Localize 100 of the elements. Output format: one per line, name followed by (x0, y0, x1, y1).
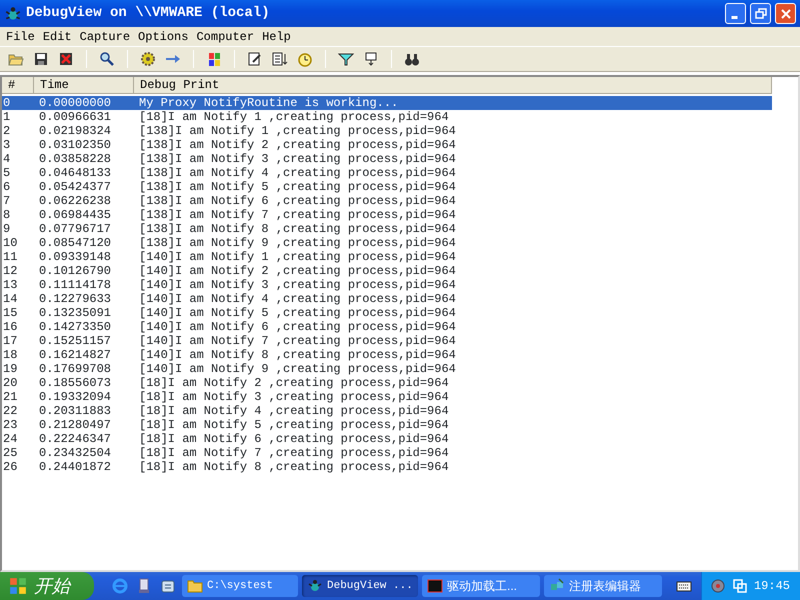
debug-message: [140]I am Notify 1 ,creating process,pid=964 (138, 250, 457, 264)
start-button[interactable]: 开始 (0, 572, 94, 600)
log-row[interactable]: 17 0.15251157 [140]I am Notify 7 ,creating process,pid=964 (2, 334, 772, 348)
row-number: 24 (2, 432, 18, 446)
time-cell-text: 0.02198324 (38, 124, 112, 138)
minimize-icon (730, 16, 738, 19)
time-cell-text: 0.05424377 (38, 180, 112, 194)
time-cell-text: 0.04648133 (38, 166, 112, 180)
debug-message: [140]I am Notify 6 ,creating process,pid=964 (138, 320, 457, 334)
funnel-icon (338, 51, 354, 67)
time-cell-text: 0.16214827 (38, 348, 112, 362)
log-row[interactable]: 25 0.23432504 [18]I am Notify 7 ,creating process,pid=964 (2, 446, 772, 460)
bug-icon (4, 4, 22, 22)
row-number: 5 (2, 166, 12, 180)
debug-message: [140]I am Notify 9 ,creating process,pid=964 (138, 362, 457, 376)
debug-message: [138]I am Notify 6 ,creating process,pid=964 (138, 194, 457, 208)
time-cell-text: 0.06226238 (38, 194, 112, 208)
debug-message: [140]I am Notify 3 ,creating process,pid=964 (138, 278, 457, 292)
log-row[interactable]: 14 0.12279633 [140]I am Notify 4 ,creating process,pid=964 (2, 292, 772, 306)
log-row[interactable]: 20 0.18556073 [18]I am Notify 2 ,creating process,pid=964 (2, 376, 772, 390)
time-cell-text: 0.06984435 (38, 208, 112, 222)
row-number: 16 (2, 320, 18, 334)
log-row[interactable]: 3 0.03102350 [138]I am Notify 2 ,creating process,pid=964 (2, 138, 772, 152)
debug-message: [138]I am Notify 9 ,creating process,pid=964 (138, 236, 457, 250)
log-row[interactable]: 4 0.03858228 [138]I am Notify 3 ,creating process,pid=964 (2, 152, 772, 166)
log-row[interactable]: 16 0.14273350 [140]I am Notify 6 ,creating process,pid=964 (2, 320, 772, 334)
binoculars-icon (404, 51, 420, 67)
log-row[interactable]: 15 0.13235091 [140]I am Notify 5 ,creating process,pid=964 (2, 306, 772, 320)
folder-icon (187, 578, 203, 594)
row-number: 21 (2, 390, 18, 404)
stopwatch-icon (297, 51, 313, 67)
selected-row[interactable]: 0 0.00000000 My Proxy NotifyRoutine is working... (2, 96, 772, 110)
row-number: 7 (2, 194, 12, 208)
debug-message: [140]I am Notify 5 ,creating process,pid=964 (138, 306, 457, 320)
debug-message: [18]I am Notify 1 ,creating process,pid=964 (138, 110, 450, 124)
log-row[interactable]: 7 0.06226238 [138]I am Notify 6 ,creating process,pid=964 (2, 194, 772, 208)
log-row[interactable]: 8 0.06984435 [138]I am Notify 7 ,creating process,pid=964 (2, 208, 772, 222)
debug-message: [18]I am Notify 2 ,creating process,pid=964 (138, 376, 450, 390)
time-cell-text: 0.10126790 (38, 264, 112, 278)
row-number: 4 (2, 152, 12, 166)
menu-item[interactable]: Edit (38, 28, 76, 46)
time-cell-text: 0.13235091 (38, 306, 112, 320)
log-row[interactable]: 12 0.10126790 [140]I am Notify 2 ,creating process,pid=964 (2, 264, 772, 278)
toolbar-button[interactable] (138, 49, 158, 69)
log-row[interactable]: 2 0.02198324 [138]I am Notify 1 ,creating process,pid=964 (2, 124, 772, 138)
time-cell-text: 0.03858228 (38, 152, 112, 166)
row-number: 22 (2, 404, 18, 418)
speaker-icon (710, 578, 726, 594)
desktop-icon (136, 578, 152, 594)
log-row[interactable]: 6 0.05424377 [138]I am Notify 5 ,creating process,pid=964 (2, 180, 772, 194)
menu-item[interactable]: Capture (76, 28, 134, 46)
log-row[interactable]: 10 0.08547120 [138]I am Notify 9 ,creating process,pid=964 (2, 236, 772, 250)
log-row[interactable]: 26 0.24401872 [18]I am Notify 8 ,creating process,pid=964 (2, 460, 772, 474)
debug-message: [138]I am Notify 5 ,creating process,pid=964 (138, 180, 457, 194)
magnifier-icon (99, 51, 115, 67)
log-row[interactable]: 22 0.20311883 [18]I am Notify 4 ,creating process,pid=964 (2, 404, 772, 418)
minimize-button[interactable] (725, 3, 746, 24)
log-row[interactable]: 1 0.00966631 [18]I am Notify 1 ,creating process,pid=964 (2, 110, 772, 124)
log-row[interactable]: 24 0.22246347 [18]I am Notify 6 ,creating process,pid=964 (2, 432, 772, 446)
notepad-pencil-icon (247, 51, 263, 67)
debug-message: My Proxy NotifyRoutine is working... (138, 96, 400, 110)
restore-button[interactable] (750, 3, 771, 24)
window-title: DebugView on \\VMWARE (local) (26, 4, 270, 23)
time-cell-text: 0.24401872 (38, 460, 112, 474)
log-row[interactable]: 21 0.19332094 [18]I am Notify 3 ,creating process,pid=964 (2, 390, 772, 404)
log-row[interactable]: 9 0.07796717 [138]I am Notify 8 ,creating process,pid=964 (2, 222, 772, 236)
time-cell-text: 0.19332094 (38, 390, 112, 404)
debug-message: [18]I am Notify 8 ,creating process,pid=964 (138, 460, 450, 474)
debug-message: [140]I am Notify 8 ,creating process,pid=964 (138, 348, 457, 362)
close-button[interactable] (775, 3, 796, 24)
log-row[interactable]: 19 0.17699708 [140]I am Notify 9 ,creating process,pid=964 (2, 362, 772, 376)
taskbar-button[interactable]: 注册表编辑器 (544, 575, 662, 597)
time-cell-text: 0.12279633 (38, 292, 112, 306)
log-row[interactable]: 18 0.16214827 [140]I am Notify 8 ,creating process,pid=964 (2, 348, 772, 362)
debug-message: [138]I am Notify 8 ,creating process,pid=964 (138, 222, 457, 236)
windows-flag-icon (8, 577, 28, 595)
row-number: 11 (2, 250, 18, 264)
log-row[interactable]: 11 0.09339148 [140]I am Notify 1 ,creating process,pid=964 (2, 250, 772, 264)
taskbar-button[interactable]: C:\systest (182, 575, 298, 597)
time-cell-text: 0.22246347 (38, 432, 112, 446)
row-number: 12 (2, 264, 18, 278)
menu-item[interactable]: File (2, 28, 39, 46)
log-row[interactable]: 23 0.21280497 [18]I am Notify 5 ,creating process,pid=964 (2, 418, 772, 432)
debug-message: [138]I am Notify 3 ,creating process,pid=964 (138, 152, 457, 166)
log-row[interactable]: 13 0.11114178 [140]I am Notify 3 ,creating process,pid=964 (2, 278, 772, 292)
menu-item[interactable]: Help (258, 28, 295, 46)
menu-item[interactable]: Computer (192, 28, 258, 46)
debug-message: [18]I am Notify 7 ,creating process,pid=964 (138, 446, 450, 460)
row-number: 6 (2, 180, 12, 194)
row-number: 20 (2, 376, 18, 390)
time-cell-text: 0.11114178 (38, 278, 112, 292)
list-down-icon (272, 51, 288, 67)
row-number: 9 (2, 222, 12, 236)
clock: 19:45 (754, 578, 790, 595)
debug-message: [140]I am Notify 7 ,creating process,pid=964 (138, 334, 457, 348)
menu-item[interactable]: Options (134, 28, 192, 46)
log-row[interactable]: 5 0.04648133 [138]I am Notify 4 ,creating process,pid=964 (2, 166, 772, 180)
debug-message: [140]I am Notify 4 ,creating process,pid=964 (138, 292, 457, 306)
taskbar-button[interactable]: DebugView ... (302, 575, 418, 597)
taskbar-button[interactable]: 驱动加载工... (422, 575, 540, 597)
